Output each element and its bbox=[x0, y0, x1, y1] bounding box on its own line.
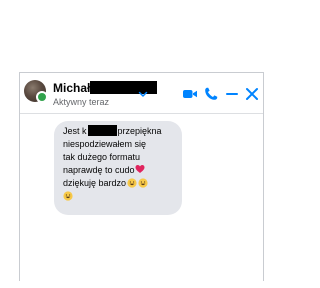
avatar-container[interactable] bbox=[24, 80, 48, 103]
message-segment: dziękuję bardzo bbox=[63, 178, 127, 188]
chevron-down-icon[interactable] bbox=[138, 89, 148, 99]
minimize-icon[interactable] bbox=[224, 86, 240, 102]
message-segment: naprawdę to cudo bbox=[63, 165, 135, 175]
phone-icon[interactable] bbox=[203, 86, 219, 102]
message-text: Jest k przepiękna niespodziewałem się tak… bbox=[63, 125, 178, 203]
message-segment: Jest k bbox=[63, 126, 87, 136]
video-call-icon[interactable] bbox=[182, 86, 198, 102]
chat-header: Michał Aktywny teraz bbox=[20, 73, 263, 114]
grinning-emoji-icon bbox=[63, 191, 73, 201]
chat-window: Michał Aktywny teraz Jest k przepiękna ni… bbox=[19, 72, 264, 281]
message-bubble[interactable]: Jest k przepiękna niespodziewałem się tak… bbox=[54, 121, 182, 215]
grinning-emoji-icon bbox=[127, 178, 137, 188]
online-status-dot bbox=[36, 91, 48, 103]
message-line: niespodziewałem się bbox=[63, 139, 147, 149]
message-segment: przepiękna bbox=[117, 126, 162, 136]
grinning-emoji-icon bbox=[138, 178, 148, 188]
message-line: Jest k przepiękna bbox=[63, 125, 178, 138]
close-icon[interactable] bbox=[244, 86, 260, 102]
contact-status: Aktywny teraz bbox=[53, 97, 110, 107]
message-line: dziękuję bardzo bbox=[63, 177, 178, 190]
contact-name-text: Michał bbox=[53, 81, 91, 95]
message-line: tak dużego formatu bbox=[63, 152, 141, 162]
redaction-box bbox=[87, 125, 117, 136]
message-line bbox=[63, 190, 178, 203]
heart-emoji-icon bbox=[135, 164, 145, 174]
message-line: naprawdę to cudo bbox=[63, 164, 178, 177]
